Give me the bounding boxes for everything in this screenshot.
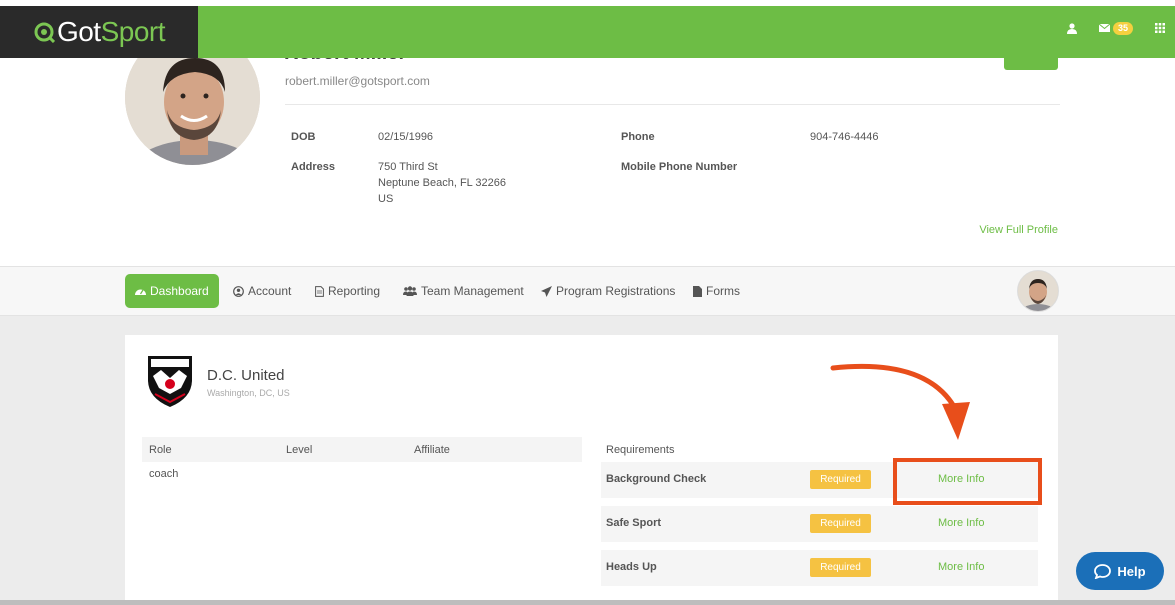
gotsport-mark-icon — [34, 22, 55, 43]
team-location: Washington, DC, US — [207, 388, 290, 398]
mobile-phone-label: Mobile Phone Number — [621, 161, 738, 173]
file-icon — [693, 285, 702, 297]
edit-profile-button[interactable] — [1004, 58, 1058, 70]
requirements-header: Requirements — [606, 444, 675, 456]
level-column-header: Level — [286, 444, 313, 456]
team-name: D.C. United — [207, 367, 285, 384]
nav-dashboard[interactable]: Dashboard — [125, 274, 219, 308]
phone-value: 904-746-4446 — [810, 131, 879, 143]
role-cell: coach — [149, 468, 179, 480]
help-button[interactable]: Help — [1076, 552, 1164, 590]
required-status-badge: Required — [810, 470, 871, 489]
dc-united-crest-icon — [148, 356, 192, 407]
more-info-link-safe-sport[interactable]: More Info — [938, 517, 984, 529]
roles-table-header — [142, 437, 582, 462]
gotsport-logo[interactable]: GotSport — [0, 6, 198, 58]
nav-forms[interactable]: Forms — [693, 275, 740, 307]
top-navbar: GotSport 35 — [0, 6, 1175, 58]
dashboard-nav: Dashboard Account Reporting Team Managem… — [0, 266, 1175, 316]
requirement-name: Background Check — [606, 473, 707, 485]
view-full-profile-link[interactable]: View Full Profile — [979, 224, 1058, 236]
nav-team-management[interactable]: Team Management — [403, 275, 524, 307]
messages-button[interactable]: 35 — [1098, 21, 1133, 35]
address-line2: Neptune Beach, FL 32266 — [378, 177, 507, 189]
nav-reporting-label: Reporting — [328, 284, 381, 298]
nav-account-label: Account — [248, 284, 292, 298]
nav-dashboard-label: Dashboard — [150, 284, 209, 298]
user-avatar-menu[interactable] — [1017, 270, 1059, 312]
nav-forms-label: Forms — [706, 284, 740, 298]
document-icon — [315, 285, 324, 297]
brand-text-got: Got — [56, 16, 101, 47]
required-status-badge: Required — [810, 558, 871, 577]
envelope-icon — [1098, 24, 1110, 32]
dashboard-icon — [135, 289, 146, 295]
requirement-name: Safe Sport — [606, 517, 662, 529]
required-status-badge: Required — [810, 514, 871, 533]
more-info-link-heads-up[interactable]: More Info — [938, 561, 984, 573]
nav-account[interactable]: Account — [233, 275, 291, 307]
dob-value: 02/15/1996 — [378, 131, 434, 143]
address-label: Address — [291, 161, 336, 173]
nav-program-registrations-label: Program Registrations — [556, 284, 676, 298]
phone-label: Phone — [621, 131, 655, 143]
dob-label: DOB — [291, 131, 316, 143]
requirement-row-heads-up: Heads Up Required More Info — [601, 550, 1038, 586]
paper-plane-icon — [541, 285, 552, 297]
profile-email: robert.miller@gotsport.com — [285, 74, 430, 88]
nav-reporting[interactable]: Reporting — [315, 275, 380, 307]
requirement-name: Heads Up — [606, 561, 657, 573]
role-column-header: Role — [149, 444, 172, 456]
brand-text-sport: Sport — [100, 16, 166, 47]
requirement-row-safe-sport: Safe Sport Required More Info — [601, 506, 1038, 542]
affiliate-column-header: Affiliate — [414, 444, 450, 456]
chat-bubble-icon — [1094, 563, 1112, 579]
apps-grid-icon[interactable] — [1155, 23, 1165, 33]
user-icon[interactable] — [1066, 22, 1077, 34]
help-label: Help — [1117, 563, 1146, 579]
address-line3: US — [378, 193, 394, 205]
bottom-scrollbar[interactable] — [0, 600, 1175, 605]
message-count-badge: 35 — [1112, 21, 1133, 35]
more-info-link-background-check[interactable]: More Info — [938, 473, 984, 485]
profile-divider — [285, 104, 1060, 105]
address-line1: 750 Third St — [378, 161, 438, 173]
nav-team-management-label: Team Management — [421, 284, 524, 298]
requirement-row-background-check: Background Check Required More Info — [601, 462, 1038, 498]
users-icon — [403, 286, 417, 296]
nav-program-registrations[interactable]: Program Registrations — [541, 275, 675, 307]
user-circle-icon — [233, 285, 244, 297]
